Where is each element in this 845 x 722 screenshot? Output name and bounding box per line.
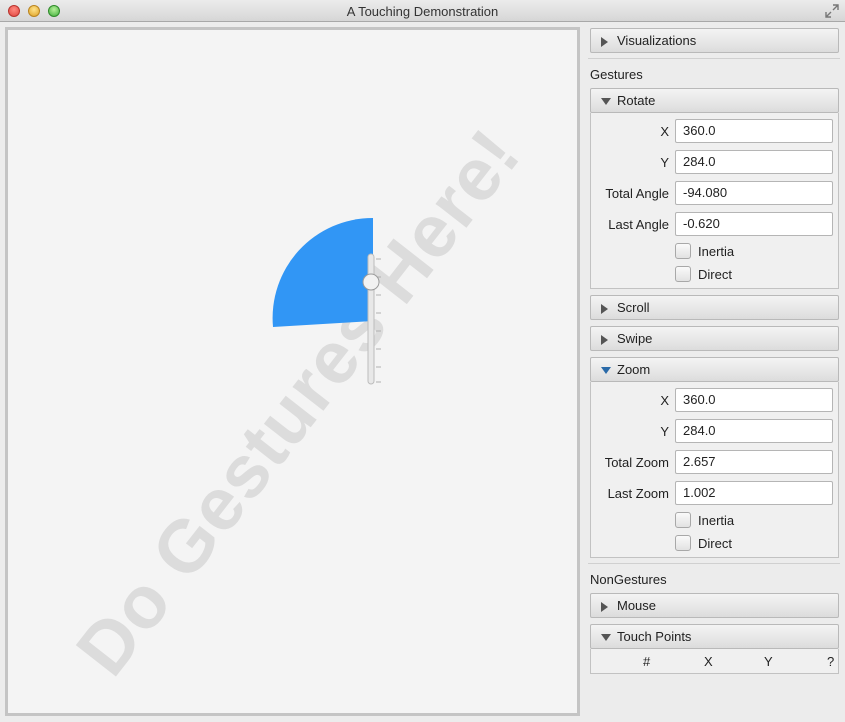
rotate-inertia-label: Inertia bbox=[698, 244, 735, 259]
rotate-y-label: Y bbox=[660, 155, 669, 170]
column-header-index: # bbox=[643, 654, 651, 669]
touch-points-label: Touch Points bbox=[617, 629, 692, 644]
last-zoom-label: Last Zoom bbox=[607, 486, 669, 501]
rotate-x-label: X bbox=[660, 124, 669, 139]
collapsed-arrow-icon bbox=[601, 37, 608, 47]
column-header-extra: ? bbox=[827, 654, 835, 669]
gestures-section-label: Gestures bbox=[590, 67, 643, 82]
scroll-label: Scroll bbox=[617, 300, 650, 315]
rotate-direct-checkbox[interactable] bbox=[675, 266, 691, 282]
touch-points-table: # X Y ? bbox=[590, 649, 839, 674]
zoom-direct-label: Direct bbox=[698, 536, 732, 551]
last-angle-field[interactable]: -0.620 bbox=[675, 212, 833, 236]
slider-thumb bbox=[362, 273, 380, 291]
total-zoom-label: Total Zoom bbox=[604, 455, 669, 470]
total-angle-label: Total Angle bbox=[605, 186, 669, 201]
visualizations-pane-header[interactable]: Visualizations bbox=[590, 28, 839, 53]
mouse-pane-header[interactable]: Mouse bbox=[590, 593, 839, 618]
collapsed-arrow-icon bbox=[601, 602, 608, 612]
nongestures-section-label: NonGestures bbox=[590, 572, 667, 587]
expanded-arrow-icon bbox=[601, 634, 611, 641]
rotate-pane-header[interactable]: Rotate bbox=[590, 88, 839, 113]
rotate-label: Rotate bbox=[617, 93, 656, 108]
column-header-x: X bbox=[704, 654, 713, 669]
zoom-inertia-checkbox[interactable] bbox=[675, 512, 691, 528]
column-header-y: Y bbox=[764, 654, 773, 669]
rotate-pane-body: X 360.0 Y 284.0 Total Angle -94.080 Last… bbox=[590, 113, 839, 289]
zoom-x-field[interactable]: 360.0 bbox=[675, 388, 833, 412]
rotate-direct-label: Direct bbox=[698, 267, 732, 282]
expanded-arrow-icon bbox=[601, 367, 611, 374]
visualizations-label: Visualizations bbox=[617, 33, 697, 48]
scroll-pane-header[interactable]: Scroll bbox=[590, 295, 839, 320]
zoom-pane-header[interactable]: Zoom bbox=[590, 357, 839, 382]
last-angle-label: Last Angle bbox=[608, 217, 669, 232]
title-bar: A Touching Demonstration bbox=[0, 0, 845, 22]
collapsed-arrow-icon bbox=[601, 304, 608, 314]
fullscreen-icon[interactable] bbox=[825, 4, 839, 18]
zoom-x-label: X bbox=[660, 393, 669, 408]
swipe-label: Swipe bbox=[617, 331, 653, 346]
total-zoom-field[interactable]: 2.657 bbox=[675, 450, 833, 474]
window-title: A Touching Demonstration bbox=[346, 4, 499, 19]
zoom-pane-body: X 360.0 Y 284.0 Total Zoom 2.657 Last Zo… bbox=[590, 382, 839, 558]
touch-points-pane-header[interactable]: Touch Points bbox=[590, 624, 839, 649]
zoom-direct-checkbox[interactable] bbox=[675, 535, 691, 551]
zoom-inertia-label: Inertia bbox=[698, 513, 735, 528]
collapsed-arrow-icon bbox=[601, 335, 608, 345]
total-angle-field[interactable]: -94.080 bbox=[675, 181, 833, 205]
zoom-y-label: Y bbox=[660, 424, 669, 439]
rotated-shape[interactable] bbox=[8, 30, 577, 713]
swipe-pane-header[interactable]: Swipe bbox=[590, 326, 839, 351]
expanded-arrow-icon bbox=[601, 98, 611, 105]
blue-wedge bbox=[272, 217, 373, 327]
rotate-y-field[interactable]: 284.0 bbox=[675, 150, 833, 174]
rotate-x-field[interactable]: 360.0 bbox=[675, 119, 833, 143]
divider bbox=[588, 58, 840, 59]
zoom-label: Zoom bbox=[617, 362, 651, 377]
rotate-inertia-checkbox[interactable] bbox=[675, 243, 691, 259]
last-zoom-field[interactable]: 1.002 bbox=[675, 481, 833, 505]
zoom-y-field[interactable]: 284.0 bbox=[675, 419, 833, 443]
gesture-canvas[interactable]: Do Gestures Here! bbox=[5, 27, 580, 716]
mouse-label: Mouse bbox=[617, 598, 657, 613]
divider bbox=[588, 563, 840, 564]
